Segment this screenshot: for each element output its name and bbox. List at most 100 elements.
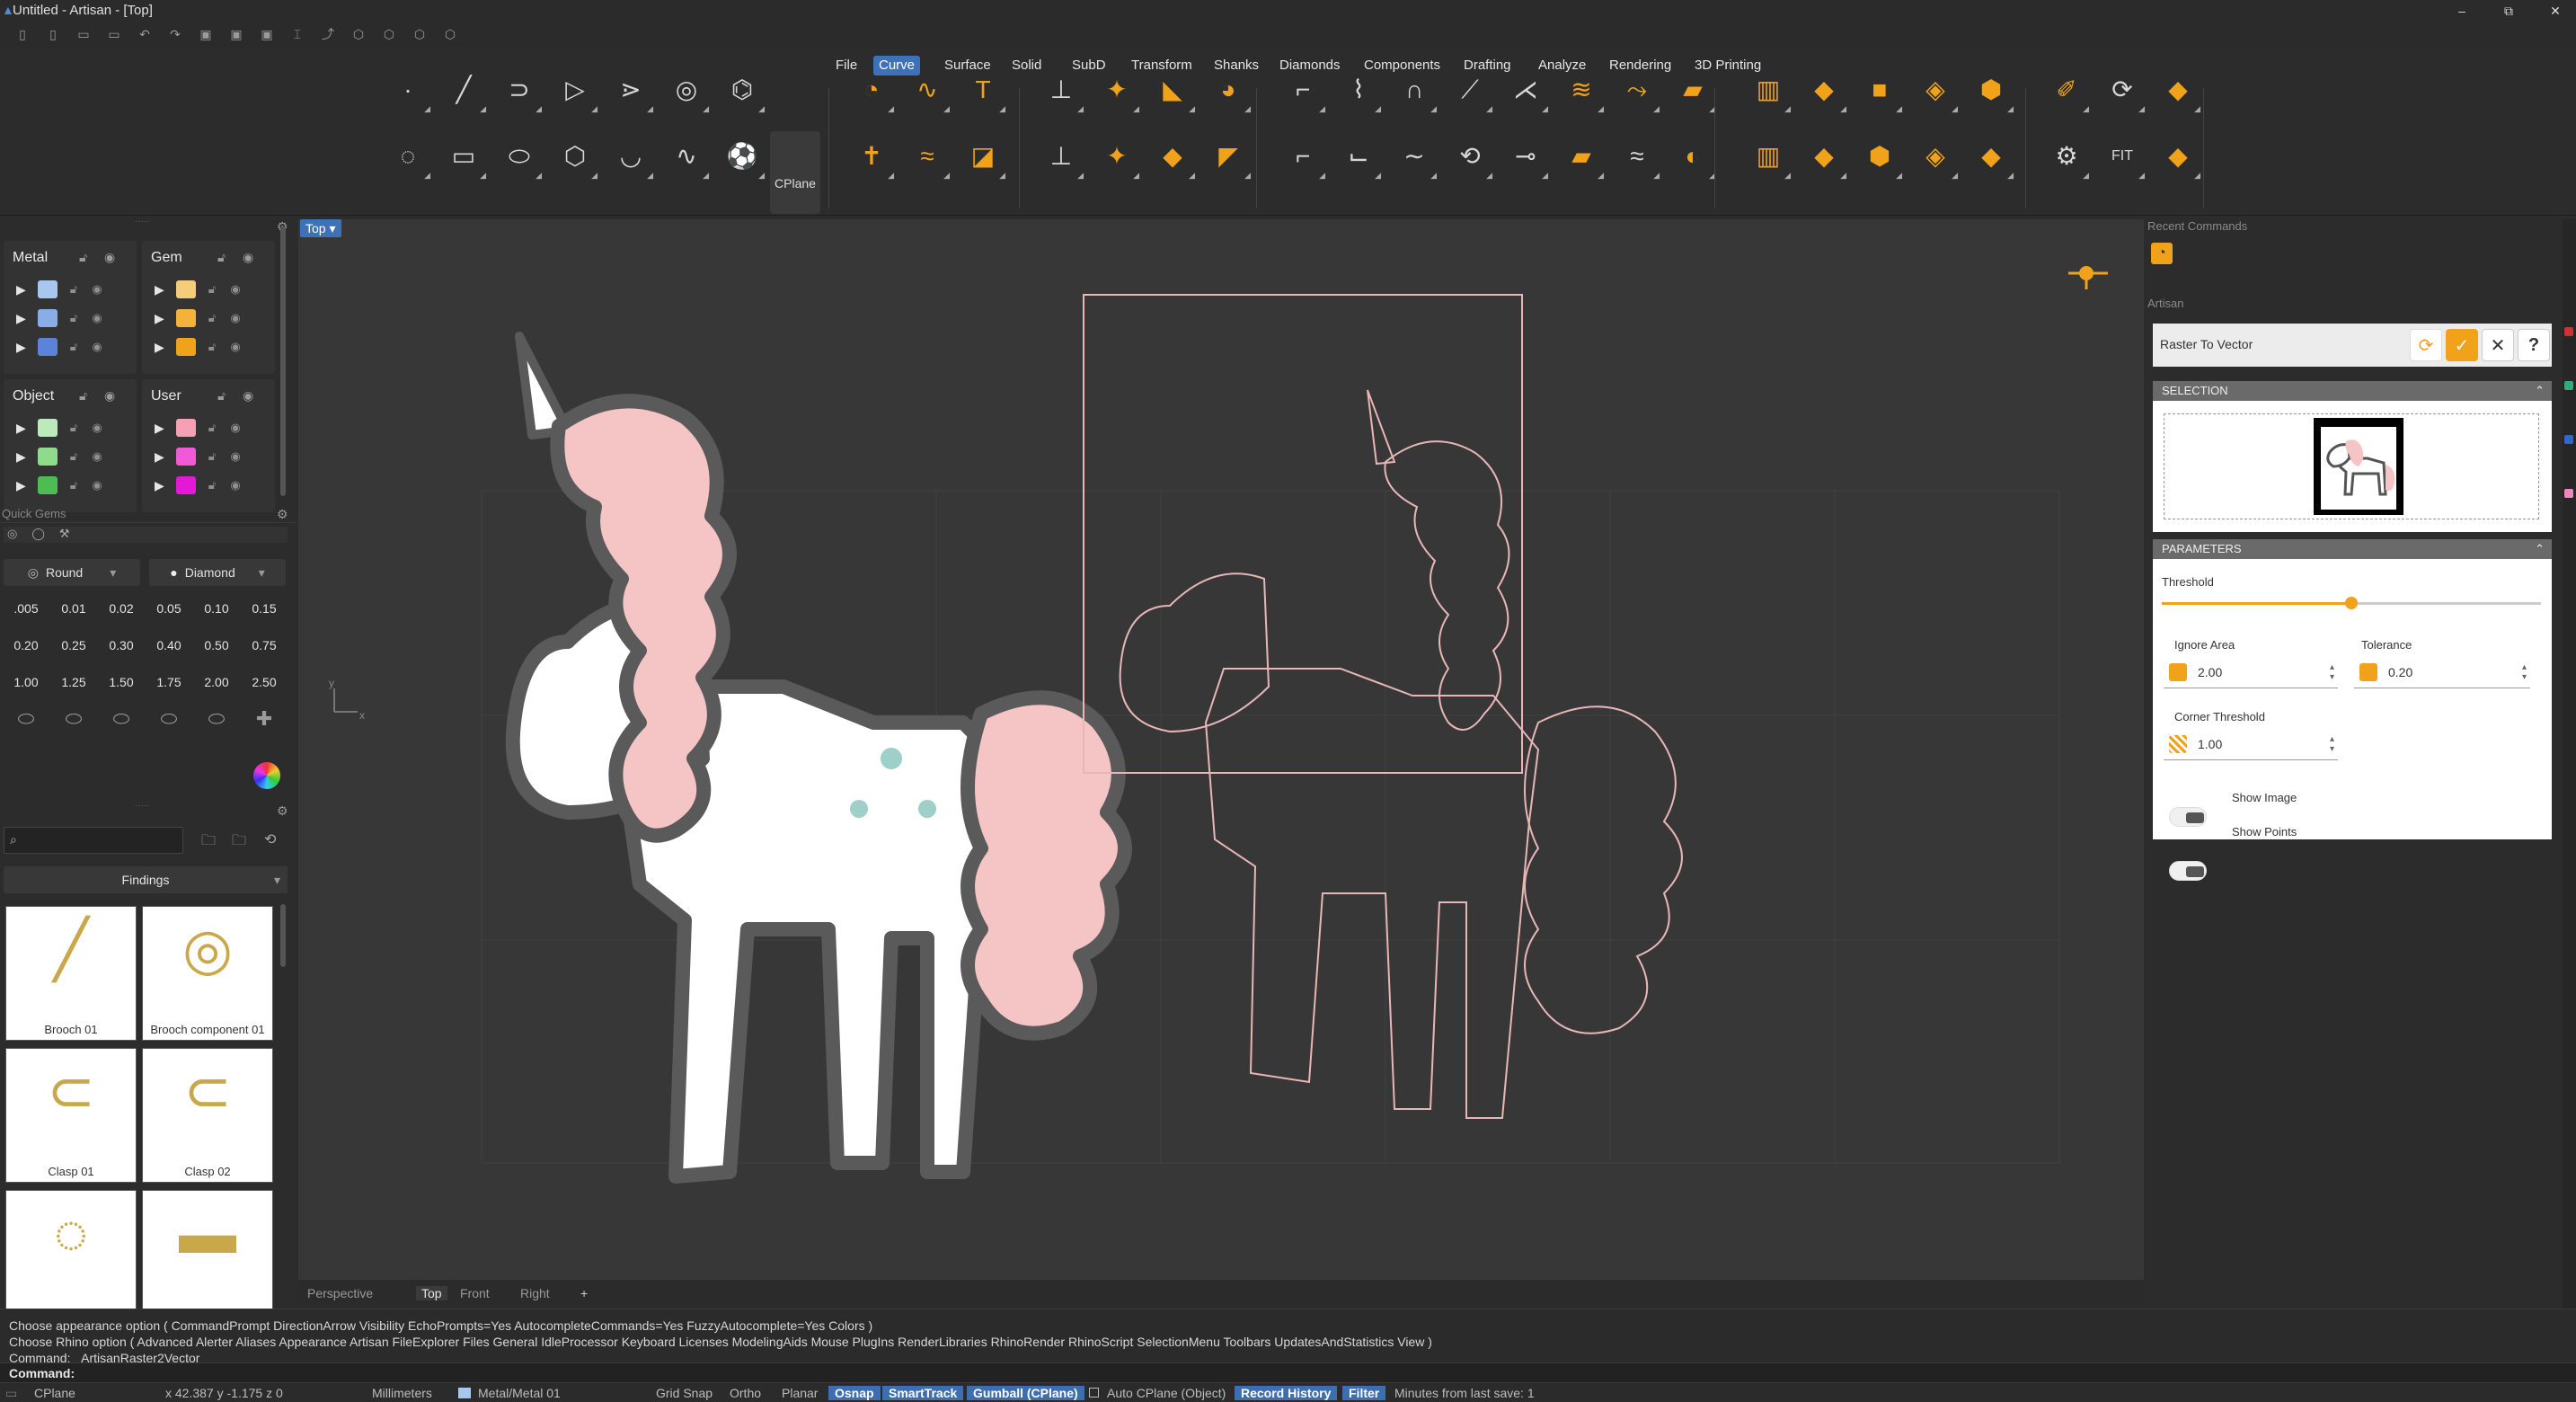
gem-size-button[interactable]: 1.00 [5,667,47,697]
layer-row[interactable]: ▶ 🔓︎ ◉ [155,336,243,358]
eye-icon[interactable]: ◉ [90,449,104,464]
gem-size-button[interactable]: 1.25 [53,667,94,697]
gem-size-button[interactable]: 0.30 [101,630,142,661]
play-icon[interactable]: ▶ [155,311,167,326]
corner-button[interactable]: ⌙ ◢ [1333,131,1384,182]
minimize-button[interactable]: – [2446,0,2478,22]
unicorn-vector-outline[interactable] [1119,389,1683,1119]
gem-size-button[interactable]: 0.75 [243,630,285,661]
offset-curve-button[interactable]: ⌇ ◢ [1333,65,1384,115]
play-icon[interactable]: ▶ [155,282,167,297]
lock-icon[interactable]: 🔓︎ [205,311,219,325]
lock-icon[interactable]: 🔓︎ [205,340,219,354]
status-grid-snap[interactable]: Grid Snap [656,1386,713,1400]
pattern-curve-button[interactable]: ≈ ◢ [1612,131,1662,182]
gem-tab-icon[interactable]: ◎ [7,527,17,543]
layer-row[interactable]: ▶ 🔓︎ ◉ [16,279,104,300]
control-point-curve-button[interactable]: ▷ ◢ [550,65,600,115]
layer-color-swatch[interactable] [38,280,58,298]
quick-access-icon[interactable]: ▣ [257,24,277,44]
gem-size-button[interactable]: 1.50 [101,667,142,697]
layer-color-swatch[interactable] [176,476,196,494]
cancel-button[interactable]: ✕ [2482,329,2514,361]
gem-size-button[interactable]: 0.10 [196,593,237,624]
ring-tab-icon[interactable]: ◯ [31,527,45,543]
quick-access-icon[interactable]: ⬡ [349,24,368,44]
gumball-icon[interactable] [2068,266,2108,289]
layer-color-swatch[interactable] [176,419,196,437]
curve-from-object-button[interactable]: ◐ ◢ [1668,131,1718,182]
eye-icon[interactable]: ◉ [90,421,104,435]
spiral-button[interactable]: ⌬ ◢ [717,65,767,115]
quick-access-icon[interactable]: ▣ [226,24,246,44]
text-button[interactable]: T ◢ [958,65,1008,115]
eye-icon[interactable]: ◉ [104,250,115,265]
status-planar[interactable]: Planar [782,1386,818,1400]
freehand-curve-button[interactable]: ∿ ◢ [902,65,952,115]
quick-access-icon[interactable]: ↶ [135,24,155,44]
lock-icon[interactable]: 🔓︎ [217,388,226,404]
status-autocplane[interactable]: Auto CPlane (Object) [1107,1386,1226,1400]
lock-icon[interactable]: 🔓︎ [66,340,81,354]
gem-size-button[interactable]: 0.25 [53,630,94,661]
cylinder-b-button[interactable]: ▥ ◢ [1743,131,1793,182]
gem-cut-button[interactable]: ⬭ [196,704,237,734]
layer-row[interactable]: ▶ 🔓︎ ◉ [16,446,104,467]
viewport-tab-perspective[interactable]: Perspective [307,1286,373,1300]
layer-color-swatch[interactable] [38,419,58,437]
scrollbar[interactable] [280,226,286,496]
crosshair-curve-button[interactable]: ✝ ◢ [846,131,897,182]
library-item[interactable]: ▬ [142,1190,273,1309]
raster-to-vector-button[interactable]: ◔ ◢ [846,65,897,115]
quick-access-icon[interactable]: ▯ [43,24,63,44]
play-icon[interactable]: ▶ [155,449,167,465]
gem-cut-button[interactable]: ✚ [243,704,285,734]
circle-button[interactable]: ◌ ◢ [383,131,433,182]
eye-icon[interactable]: ◉ [90,282,104,297]
play-icon[interactable]: ▶ [16,478,29,493]
edit-sheet-button[interactable]: ◆ ◢ [2153,65,2203,115]
gem-material-dropdown[interactable]: ● Diamond ▾ [149,559,286,586]
status-filter[interactable]: Filter [1342,1386,1386,1400]
layer-row[interactable]: ▶ 🔓︎ ◉ [16,417,104,439]
selection-header[interactable]: SELECTION ⌃ [2153,381,2552,401]
sheet-b-button[interactable]: ◆ ◢ [1799,131,1849,182]
box-button[interactable]: ■ ◢ [1855,65,1905,115]
gem-size-button[interactable]: 0.15 [243,593,285,624]
paint-button[interactable]: ✐ ◢ [2041,65,2092,115]
stepper-icon[interactable]: ▴ ▾ [2330,662,2334,682]
gem-cut-button[interactable]: ⬭ [148,704,190,734]
eye-icon[interactable]: ◉ [104,388,115,404]
close-button[interactable]: ✕ [2539,0,2572,22]
sweep-curve-button[interactable]: ≈ ◢ [902,131,952,182]
gem-size-button[interactable]: 0.02 [101,593,142,624]
cplane-button[interactable]: CPlane [770,131,820,214]
loop-button[interactable]: ⟳ ◢ [2097,65,2147,115]
eye-icon[interactable]: ◉ [228,282,243,297]
arc-button[interactable]: ◡ ◢ [606,131,656,182]
tag-button[interactable]: ◤ ◢ [1203,131,1253,182]
plate-button[interactable]: ◆ ◢ [1147,131,1198,182]
refresh-icon[interactable]: ⟲ [264,830,276,848]
eye-icon[interactable]: ◉ [228,421,243,435]
trim-curve-button[interactable]: ⊥ ◢ [1036,131,1086,182]
play-icon[interactable]: ▶ [16,311,29,326]
parameters-header[interactable]: PARAMETERS ⌃ [2153,539,2552,559]
rebuild-curve-button[interactable]: ⟲ ◢ [1445,131,1495,182]
quick-access-icon[interactable]: ↷ [165,24,185,44]
image-trace-button[interactable]: ◪ ◢ [958,131,1008,182]
gem-size-button[interactable]: 0.20 [5,630,47,661]
join-curve-button[interactable]: ⊸ ◢ [1500,131,1551,182]
layer-row[interactable]: ▶ 🔓︎ ◉ [16,336,104,358]
octagon-button[interactable]: ⬢ ◢ [1966,65,2016,115]
eye-icon[interactable]: ◉ [228,340,243,354]
curve-along-button[interactable]: ⤳ ◢ [1612,65,1662,115]
soccer-ball-button[interactable]: ⚽ ◢ [717,131,767,182]
autocplane-checkbox[interactable] [1089,1388,1099,1398]
gem-set-button[interactable]: ✦ ◢ [1092,131,1142,182]
status-cplane[interactable]: CPlane [34,1386,75,1400]
gem-shape-dropdown[interactable]: ◎ Round ▾ [4,559,140,586]
gem-cut-button[interactable]: ⬭ [101,704,142,734]
eye-icon[interactable]: ◉ [90,311,104,325]
status-gumball[interactable]: Gumball (CPlane) [967,1386,1084,1400]
